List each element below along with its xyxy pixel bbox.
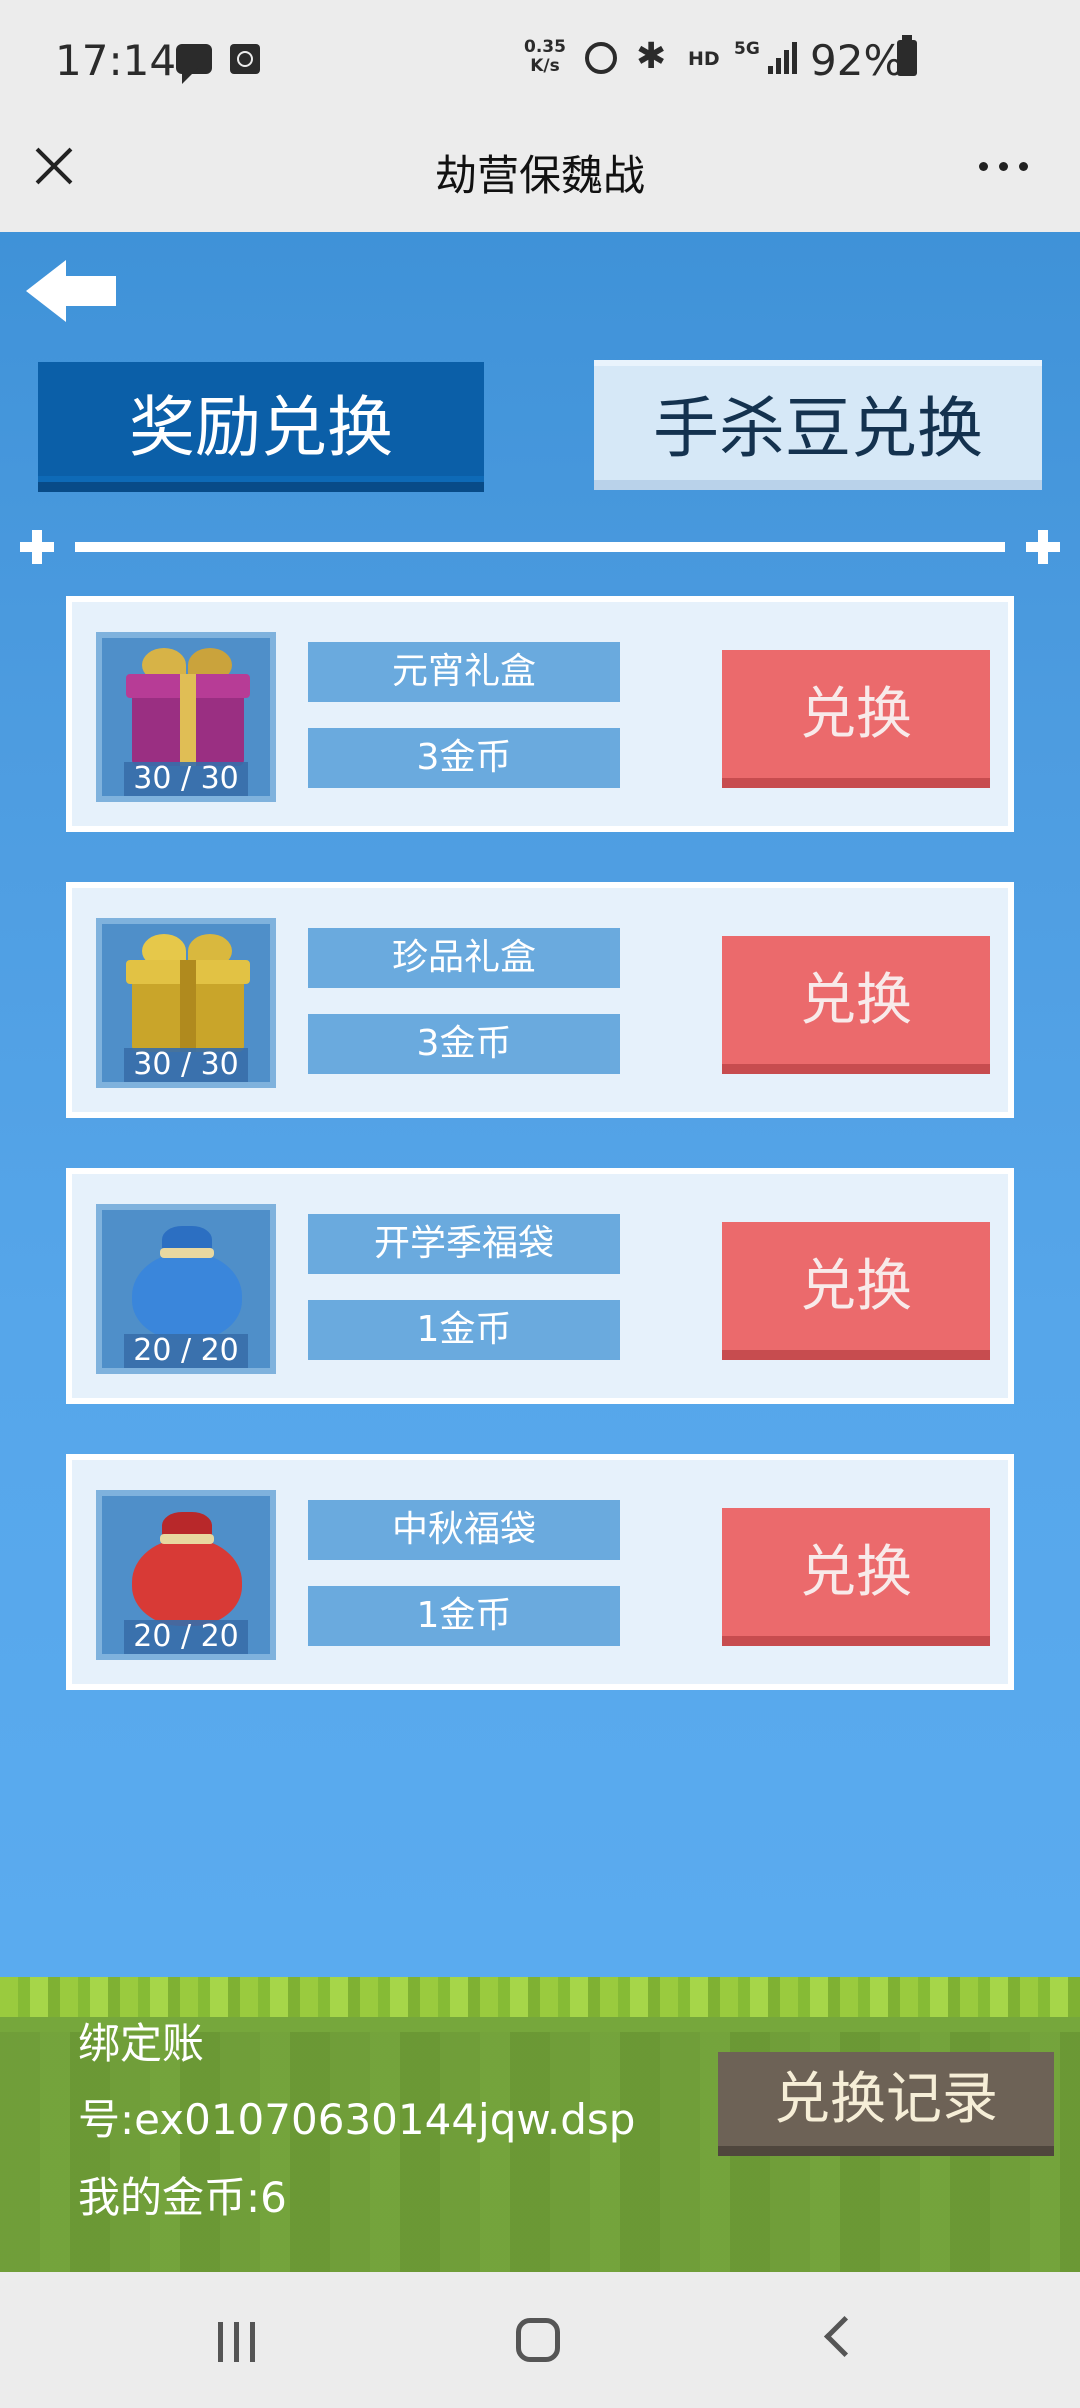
- plus-decoration-icon: [1026, 530, 1060, 564]
- speed-value: 0.35: [524, 37, 566, 57]
- stock-count: 30 / 30: [124, 1048, 248, 1082]
- item-name: 元宵礼盒: [308, 642, 620, 702]
- item-name: 珍品礼盒: [308, 928, 620, 988]
- bound-account-label: 绑定账: [78, 2019, 205, 2068]
- gold-gift-box-icon: [122, 934, 252, 1054]
- reward-card: 20 / 20 中秋福袋 1金币 兑换: [66, 1454, 1014, 1690]
- bound-account-value: 号:ex01070630144jqw.dsp: [78, 2095, 636, 2144]
- battery-icon: [897, 35, 917, 76]
- network-type: 5G: [734, 39, 760, 59]
- more-options-icon[interactable]: [975, 160, 1035, 174]
- tab-reward-exchange[interactable]: 奖励兑换: [38, 362, 484, 492]
- item-thumbnail: 20 / 20: [96, 1490, 276, 1660]
- plus-decoration-icon: [20, 530, 54, 564]
- my-coins: 我的金币:6: [78, 2173, 287, 2222]
- item-thumbnail: 30 / 30: [96, 918, 276, 1088]
- stock-count: 20 / 20: [124, 1620, 248, 1654]
- exchange-button[interactable]: 兑换: [722, 936, 990, 1074]
- alarm-icon: [585, 42, 617, 74]
- item-price: 1金币: [308, 1300, 620, 1360]
- reward-card: 30 / 30 珍品礼盒 3金币 兑换: [66, 882, 1014, 1118]
- divider: [75, 542, 1005, 552]
- item-price: 3金币: [308, 1014, 620, 1074]
- item-price: 1金币: [308, 1586, 620, 1646]
- hd-indicator: HD: [688, 48, 720, 70]
- reward-card: 30 / 30 元宵礼盒 3金币 兑换: [66, 596, 1014, 832]
- back-icon[interactable]: [823, 2315, 866, 2358]
- app-header: 劫营保魏战: [0, 120, 1080, 232]
- exchange-button[interactable]: 兑换: [722, 1222, 990, 1360]
- red-lucky-bag-icon: [132, 1498, 242, 1626]
- battery-level: 92%: [810, 36, 904, 85]
- exchange-records-button[interactable]: 兑换记录: [718, 2052, 1054, 2156]
- tab-bean-exchange[interactable]: 手杀豆兑换: [594, 360, 1042, 490]
- message-icon: [176, 44, 212, 84]
- item-thumbnail: 20 / 20: [96, 1204, 276, 1374]
- exchange-button[interactable]: 兑换: [722, 650, 990, 788]
- stock-count: 30 / 30: [124, 762, 248, 796]
- blue-lucky-bag-icon: [132, 1212, 242, 1340]
- speed-unit: K/s: [530, 56, 560, 76]
- exchange-panel: 奖励兑换 手杀豆兑换 30 / 30 元宵礼盒 3金币 兑换 30 / 30 珍…: [0, 232, 1080, 2272]
- item-price: 3金币: [308, 728, 620, 788]
- item-thumbnail: 30 / 30: [96, 632, 276, 802]
- signal-icon: [768, 42, 798, 74]
- bluetooth-icon: ✱: [636, 36, 667, 77]
- network-speed: 0.35 K/s: [524, 38, 566, 76]
- back-arrow-icon[interactable]: [26, 260, 118, 322]
- status-bar: 17:14 0.35 K/s ✱ HD 5G 92%: [0, 0, 1080, 120]
- clock-notification-icon: [230, 44, 260, 74]
- recent-apps-icon[interactable]: [218, 2322, 258, 2362]
- item-name: 中秋福袋: [308, 1500, 620, 1560]
- reward-card: 20 / 20 开学季福袋 1金币 兑换: [66, 1168, 1014, 1404]
- status-time: 17:14: [55, 36, 177, 85]
- purple-gift-box-icon: [122, 648, 252, 768]
- exchange-button[interactable]: 兑换: [722, 1508, 990, 1646]
- system-nav-bar: [0, 2272, 1080, 2408]
- stock-count: 20 / 20: [124, 1334, 248, 1368]
- home-icon[interactable]: [516, 2318, 560, 2362]
- page-title: 劫营保魏战: [434, 151, 645, 200]
- item-name: 开学季福袋: [308, 1214, 620, 1274]
